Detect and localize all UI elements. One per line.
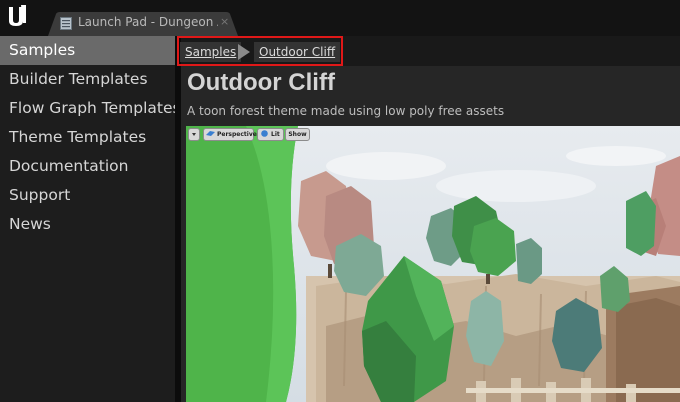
chevron-down-icon: [192, 133, 196, 136]
viewport-options-button[interactable]: [188, 128, 200, 141]
camera-icon: [206, 131, 215, 136]
perspective-button[interactable]: Perspective: [203, 128, 257, 141]
forest-scene-image: [186, 126, 680, 402]
breadcrumb-outdoor-cliff-link[interactable]: Outdoor Cliff: [254, 42, 341, 62]
lit-sphere-icon: [261, 130, 268, 137]
title-bar: Launch Pad - Dungeon A ×: [0, 0, 680, 36]
page-subtitle: A toon forest theme made using low poly …: [187, 104, 505, 118]
perspective-label: Perspective: [217, 131, 257, 138]
document-list-icon: [60, 17, 72, 30]
show-button[interactable]: Show: [285, 128, 310, 141]
breadcrumb: Samples Outdoor Cliff: [177, 36, 343, 66]
launch-pad-tab[interactable]: Launch Pad - Dungeon A ×: [48, 12, 238, 36]
preview-viewport[interactable]: Perspective Lit Show: [186, 126, 680, 402]
page-title: Outdoor Cliff: [187, 69, 335, 96]
sidebar-item-documentation[interactable]: Documentation: [0, 152, 175, 181]
close-tab-icon[interactable]: ×: [220, 15, 229, 28]
lit-mode-button[interactable]: Lit: [257, 128, 284, 141]
sidebar-item-samples[interactable]: Samples: [0, 36, 175, 65]
tab-title: Launch Pad - Dungeon A: [78, 15, 218, 29]
sidebar-item-support[interactable]: Support: [0, 181, 175, 210]
sidebar-item-builder-templates[interactable]: Builder Templates: [0, 65, 175, 94]
breadcrumb-samples-link[interactable]: Samples: [180, 42, 242, 62]
sidebar-item-flow-graph-templates[interactable]: Flow Graph Templates: [0, 94, 181, 123]
sidebar: Samples Builder Templates Flow Graph Tem…: [0, 36, 181, 402]
sidebar-item-theme-templates[interactable]: Theme Templates: [0, 123, 175, 152]
content-panel: Samples Outdoor Cliff Outdoor Cliff A to…: [177, 36, 680, 402]
lit-label: Lit: [271, 131, 280, 138]
sidebar-item-news[interactable]: News: [0, 210, 175, 239]
breadcrumb-bar: Samples Outdoor Cliff: [177, 36, 680, 66]
breadcrumb-separator-icon: [238, 44, 250, 60]
unreal-engine-logo-icon: [9, 5, 26, 26]
